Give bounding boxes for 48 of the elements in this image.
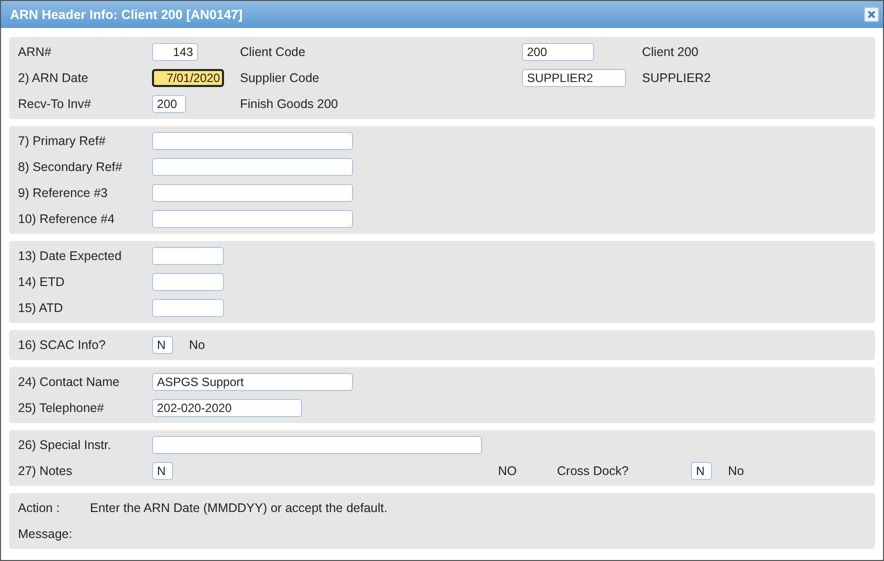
close-icon bbox=[867, 10, 876, 19]
field-label: 16) SCAC Info? bbox=[18, 338, 106, 352]
field-label: 26) Special Instr. bbox=[18, 438, 112, 452]
field-label: 24) Contact Name bbox=[18, 375, 120, 389]
field-label: 13) Date Expected bbox=[18, 249, 122, 263]
input-field[interactable] bbox=[152, 247, 224, 265]
field-label: Cross Dock? bbox=[557, 464, 629, 478]
input-field[interactable] bbox=[152, 273, 224, 291]
input-field[interactable]: 143 bbox=[152, 43, 198, 61]
field-label: 7) Primary Ref# bbox=[18, 134, 106, 148]
field-label: 10) Reference #4 bbox=[18, 212, 115, 226]
field-label: Client Code bbox=[240, 45, 306, 59]
input-field[interactable] bbox=[152, 158, 353, 176]
field-label: 2) ARN Date bbox=[18, 71, 88, 85]
input-field[interactable]: N bbox=[152, 336, 173, 354]
field-text: Client 200 bbox=[642, 45, 698, 59]
field-text: No bbox=[189, 338, 205, 352]
input-field[interactable] bbox=[152, 210, 353, 228]
window-title: ARN Header Info: Client 200 [AN0147] bbox=[10, 7, 243, 22]
close-button[interactable] bbox=[864, 7, 879, 22]
input-field[interactable] bbox=[152, 436, 482, 454]
field-label: 8) Secondary Ref# bbox=[18, 160, 122, 174]
field-label: Action : bbox=[18, 501, 60, 515]
input-field[interactable] bbox=[152, 299, 224, 317]
field-label: 14) ETD bbox=[18, 275, 65, 289]
input-field[interactable]: 200 bbox=[152, 95, 186, 113]
field-label: Recv-To Inv# bbox=[18, 97, 91, 111]
input-field[interactable]: 200 bbox=[522, 43, 594, 61]
field-text: Enter the ARN Date (MMDDYY) or accept the default. bbox=[90, 501, 388, 515]
field-label: Supplier Code bbox=[240, 71, 320, 85]
input-field[interactable]: N bbox=[691, 462, 712, 480]
field-text: Finish Goods 200 bbox=[240, 97, 338, 111]
input-field[interactable] bbox=[152, 132, 353, 150]
input-field[interactable]: 7/01/2020 bbox=[152, 69, 224, 87]
input-field[interactable]: 202-020-2020 bbox=[152, 399, 302, 417]
field-label: 27) Notes bbox=[18, 464, 72, 478]
input-field[interactable]: ASPGS Support bbox=[152, 373, 353, 391]
field-label: 15) ATD bbox=[18, 301, 63, 315]
field-label: Message: bbox=[18, 527, 72, 541]
input-field[interactable] bbox=[152, 184, 353, 202]
field-text: SUPPLIER2 bbox=[642, 71, 711, 85]
field-label: 9) Reference #3 bbox=[18, 186, 108, 200]
field-label: ARN# bbox=[18, 45, 52, 59]
input-field[interactable]: N bbox=[152, 462, 173, 480]
input-field[interactable]: SUPPLIER2 bbox=[522, 69, 626, 87]
field-label: 25) Telephone# bbox=[18, 401, 104, 415]
field-text: NO bbox=[498, 464, 517, 478]
field-text: No bbox=[728, 464, 744, 478]
